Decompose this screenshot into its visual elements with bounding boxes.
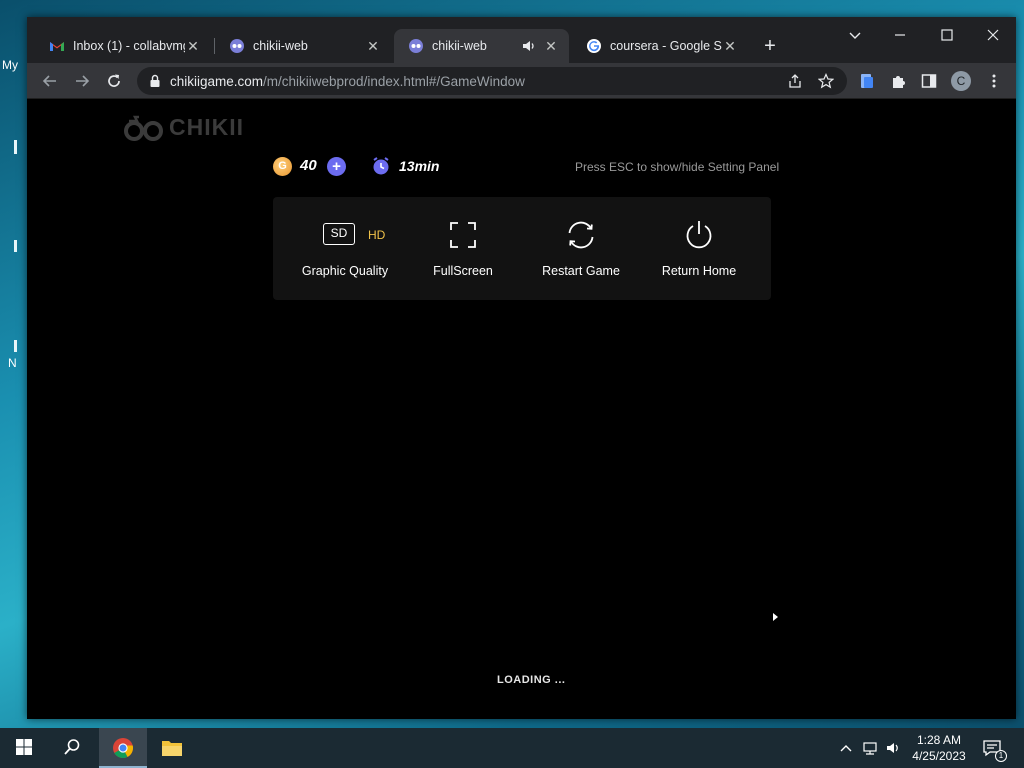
power-icon: [686, 221, 712, 249]
chikii-icon: [230, 39, 244, 53]
tab-gmail[interactable]: Inbox (1) - collabvmg ✕: [35, 29, 211, 63]
tab-title: Inbox (1) - collabvmg: [73, 39, 185, 53]
back-arrow-icon[interactable]: [41, 72, 59, 90]
tab-chikii-1[interactable]: chikii-web ✕: [215, 29, 391, 63]
tab-google[interactable]: coursera - Google Se ✕: [572, 29, 748, 63]
graphic-quality-label: Graphic Quality: [301, 264, 389, 278]
windows-logo-icon: [16, 739, 32, 755]
folder-icon: [162, 741, 182, 756]
chikii-logo-icon: [124, 115, 163, 141]
graphic-quality-control[interactable]: SD HD Graphic Quality: [286, 197, 404, 300]
extensions-puzzle-icon[interactable]: [889, 72, 907, 90]
desktop-icon-label-my[interactable]: My: [2, 58, 18, 72]
taskbar-chrome[interactable]: [99, 728, 147, 768]
volume-icon[interactable]: [885, 740, 901, 756]
taskbar-file-explorer[interactable]: [148, 728, 196, 768]
tab-close-icon[interactable]: ✕: [185, 38, 201, 54]
play-arrow-icon: [773, 613, 778, 621]
url-text[interactable]: chikiigame.com/m/chikiiwebprod/index.htm…: [170, 74, 525, 89]
tray-chevron-up-icon[interactable]: [838, 740, 854, 756]
browser-toolbar: chikiigame.com/m/chikiiwebprod/index.htm…: [27, 63, 1016, 99]
profile-avatar[interactable]: C: [951, 71, 971, 91]
logo-text: CHIKII: [169, 114, 244, 140]
quality-hd-option[interactable]: HD: [368, 228, 385, 242]
taskbar: 1:28 AM 4/25/2023 1: [0, 728, 1024, 768]
loading-text: LOADING ...: [497, 674, 566, 686]
more-vertical-icon[interactable]: [985, 72, 1003, 90]
extension-doc-icon[interactable]: [858, 72, 876, 90]
chrome-icon: [113, 738, 134, 758]
fullscreen-button[interactable]: FullScreen: [404, 197, 522, 300]
bookmark-star-icon[interactable]: [818, 73, 834, 89]
chikii-icon: [409, 39, 423, 53]
tab-title: chikii-web: [432, 39, 487, 53]
minimize-button[interactable]: [885, 25, 915, 45]
lock-icon[interactable]: [149, 74, 161, 88]
url-host: chikiigame.com: [170, 74, 264, 89]
address-bar[interactable]: chikiigame.com/m/chikiiwebprod/index.htm…: [137, 67, 847, 95]
tab-close-icon[interactable]: ✕: [722, 38, 738, 54]
fullscreen-label: FullScreen: [433, 264, 493, 278]
game-page[interactable]: CHIKII G 40 + 13min Press ESC to show/hi…: [27, 100, 1016, 719]
start-button[interactable]: [0, 728, 48, 768]
time-remaining: 13min: [399, 158, 440, 174]
desktop-icon-fragment: [14, 340, 17, 352]
close-window-button[interactable]: [978, 25, 1008, 45]
maximize-icon: [941, 29, 953, 41]
settings-panel: SD HD Graphic Quality FullScreen Restart…: [273, 197, 771, 300]
alarm-clock-icon: [373, 157, 389, 175]
fullscreen-icon: [450, 222, 476, 248]
return-home-button[interactable]: Return Home: [640, 197, 758, 300]
return-home-label: Return Home: [661, 264, 737, 278]
desktop-icon-fragment: [14, 140, 17, 154]
reload-icon[interactable]: [105, 72, 123, 90]
desktop-icon-label-n[interactable]: N: [8, 356, 17, 370]
restart-game-label: Restart Game: [542, 264, 620, 278]
restart-icon: [568, 221, 594, 249]
coin-icon: G: [273, 157, 292, 176]
chevron-down-icon: [849, 32, 861, 39]
tab-search-button[interactable]: [840, 25, 870, 45]
forward-arrow-icon[interactable]: [73, 72, 91, 90]
browser-window: Inbox (1) - collabvmg ✕ chikii-web ✕ chi…: [27, 17, 1016, 719]
system-clock[interactable]: 1:28 AM 4/25/2023: [900, 732, 978, 764]
maximize-button[interactable]: [932, 25, 962, 45]
desktop-icon-fragment: [14, 240, 17, 252]
google-icon: [587, 39, 601, 53]
gmail-icon: [50, 42, 64, 51]
search-button[interactable]: [48, 728, 96, 768]
minimize-icon: [895, 34, 905, 36]
url-path: /m/chikiiwebprod/index.html#/GameWindow: [263, 74, 525, 89]
tab-close-icon[interactable]: ✕: [365, 38, 381, 54]
tab-close-icon[interactable]: ✕: [543, 38, 559, 54]
esc-hint-text: Press ESC to show/hide Setting Panel: [575, 160, 780, 174]
close-icon: [987, 29, 999, 41]
search-icon: [64, 739, 80, 755]
add-coins-button[interactable]: +: [327, 157, 346, 176]
network-icon[interactable]: [862, 740, 878, 756]
clock-date: 4/25/2023: [912, 749, 966, 763]
chikii-logo: CHIKII: [123, 114, 244, 141]
tab-title: chikii-web: [253, 39, 308, 53]
tab-chikii-active[interactable]: chikii-web ✕: [394, 29, 569, 63]
quality-sd-option[interactable]: SD: [323, 223, 355, 245]
notification-count-badge: 1: [995, 750, 1007, 762]
tab-strip: Inbox (1) - collabvmg ✕ chikii-web ✕ chi…: [27, 17, 1016, 63]
clock-time: 1:28 AM: [916, 733, 962, 747]
coin-balance: 40: [300, 157, 317, 174]
speaker-icon[interactable]: [521, 38, 537, 54]
restart-game-button[interactable]: Restart Game: [522, 197, 640, 300]
new-tab-button[interactable]: +: [760, 36, 780, 56]
side-panel-icon[interactable]: [920, 72, 938, 90]
share-icon[interactable]: [787, 73, 803, 89]
tab-title: coursera - Google Se: [610, 39, 722, 53]
